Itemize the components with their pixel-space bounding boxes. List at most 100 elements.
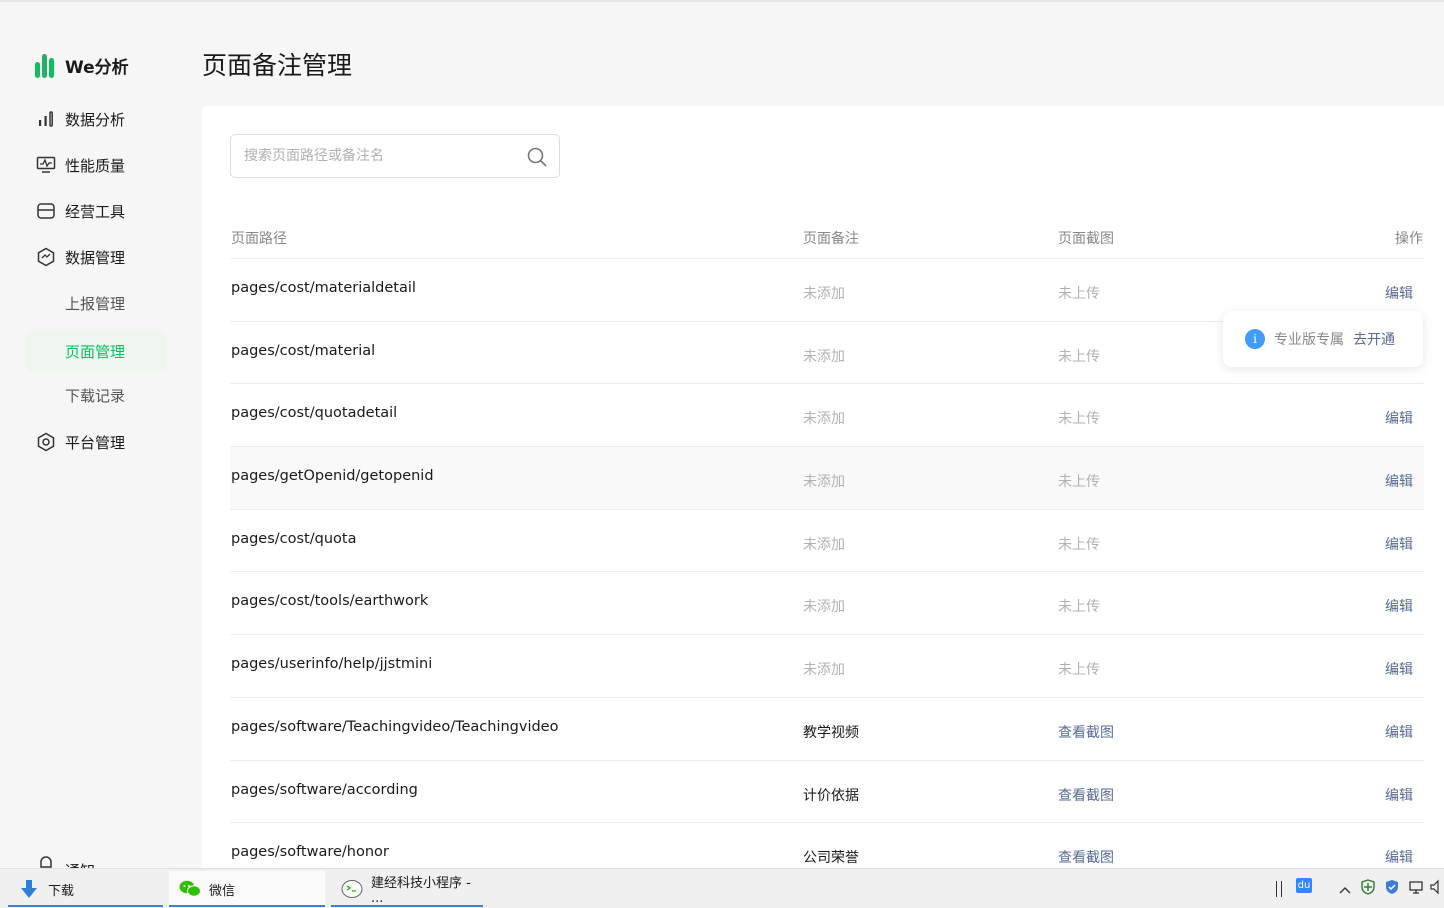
row-note: 未添加 xyxy=(803,348,845,365)
sidebar-item-label: 上报管理 xyxy=(65,294,126,313)
settings-hex-icon xyxy=(36,432,56,452)
taskbar-item-label: 微信 xyxy=(209,883,236,899)
defender-shield-icon[interactable] xyxy=(1384,879,1400,899)
page-title: 页面备注管理 xyxy=(202,51,353,80)
edit-button[interactable]: 编辑 xyxy=(1385,847,1413,867)
pro-tooltip-text: 专业版专属 xyxy=(1274,332,1344,348)
table-row: pages/cost/quota 未添加 未上传 编辑 xyxy=(230,510,1424,573)
column-header-path: 页面路径 xyxy=(231,231,287,247)
sidebar-item-label: 平台管理 xyxy=(65,433,126,452)
activate-link[interactable]: 去开通 xyxy=(1353,329,1395,349)
row-screenshot: 未上传 xyxy=(1058,662,1100,679)
sidebar-item-performance[interactable]: 性能质量 xyxy=(26,145,167,185)
sidebar-item-label: 经营工具 xyxy=(65,202,126,221)
volume-icon[interactable] xyxy=(1430,879,1440,899)
download-arrow-icon xyxy=(18,878,40,900)
row-screenshot: 未上传 xyxy=(1058,348,1100,365)
info-icon: i xyxy=(1245,329,1265,349)
row-note: 未添加 xyxy=(803,662,845,679)
sidebar-item-page-management[interactable]: 页面管理 xyxy=(26,331,167,371)
row-note: 未添加 xyxy=(803,536,845,553)
edit-button[interactable]: 编辑 xyxy=(1385,596,1413,616)
sidebar-item-business-tools[interactable]: 经营工具 xyxy=(26,191,167,231)
row-path: pages/getOpenid/getopenid xyxy=(231,468,434,485)
table-row: pages/software/Teachingvideo/Teachingvid… xyxy=(230,698,1424,761)
row-screenshot: 未上传 xyxy=(1058,286,1100,302)
devtools-icon xyxy=(341,878,363,900)
edit-button[interactable]: 编辑 xyxy=(1385,785,1413,805)
search-icon[interactable] xyxy=(526,146,548,168)
view-screenshot-link[interactable]: 查看截图 xyxy=(1058,722,1114,742)
row-screenshot: 未上传 xyxy=(1058,411,1100,428)
row-path: pages/software/according xyxy=(231,781,418,798)
row-screenshot: 未上传 xyxy=(1058,599,1100,616)
logo-text: We分析 xyxy=(65,57,129,78)
sidebar: We分析 数据分析 性能质量 经营工具 数据管理 上报管理 页面管理 下载记录 xyxy=(0,2,190,870)
main-content-card: 页面路径 页面备注 页面截图 操作 pages/cost/materialdet… xyxy=(202,106,1444,868)
edit-button[interactable]: 编辑 xyxy=(1385,408,1413,428)
taskbar-active-indicator xyxy=(8,905,163,907)
row-screenshot: 未上传 xyxy=(1058,474,1100,491)
pro-version-tooltip: i 专业版专属 去开通 xyxy=(1223,311,1423,367)
windows-taskbar: 下载 微信 建经科技小程序 - ... du xyxy=(0,868,1444,908)
taskbar-item-devtools[interactable]: 建经科技小程序 - ... xyxy=(331,871,483,907)
view-screenshot-link[interactable]: 查看截图 xyxy=(1058,785,1114,805)
search-input[interactable] xyxy=(244,148,514,164)
column-header-screenshot: 页面截图 xyxy=(1058,231,1114,247)
table-row: pages/cost/quotadetail 未添加 未上传 编辑 xyxy=(230,384,1424,448)
wechat-icon xyxy=(179,878,201,900)
bar-chart-icon xyxy=(36,109,56,129)
sidebar-item-report-management[interactable]: 上报管理 xyxy=(26,283,167,323)
monitor-icon xyxy=(36,155,56,175)
sidebar-item-label: 页面管理 xyxy=(65,342,126,361)
system-tray: du xyxy=(1276,869,1440,908)
we-analysis-logo-icon xyxy=(35,52,57,78)
sidebar-item-label: 数据管理 xyxy=(65,248,126,267)
row-note: 公司荣誉 xyxy=(803,850,859,867)
row-note: 未添加 xyxy=(803,599,845,616)
row-path: pages/cost/tools/earthwork xyxy=(231,593,429,610)
row-path: pages/cost/quota xyxy=(231,530,357,547)
sidebar-item-label: 数据分析 xyxy=(65,110,126,129)
sidebar-item-platform-management[interactable]: 平台管理 xyxy=(26,422,167,462)
table-row: pages/software/according 计价依据 查看截图 编辑 xyxy=(230,761,1424,824)
sidebar-item-download-records[interactable]: 下载记录 xyxy=(26,375,167,415)
taskbar-active-indicator xyxy=(169,905,325,907)
search-box xyxy=(230,134,560,178)
window-top-border xyxy=(0,0,1444,2)
taskbar-item-label: 建经科技小程序 - ... xyxy=(371,876,471,906)
taskbar-item-download[interactable]: 下载 xyxy=(8,871,163,907)
row-note: 教学视频 xyxy=(803,724,859,741)
data-hex-icon xyxy=(36,247,56,267)
edit-button[interactable]: 编辑 xyxy=(1385,722,1413,742)
row-path: pages/software/honor xyxy=(231,844,389,861)
edit-button[interactable]: 编辑 xyxy=(1385,659,1413,679)
edit-button[interactable]: 编辑 xyxy=(1385,283,1413,303)
edit-button[interactable]: 编辑 xyxy=(1385,471,1413,491)
tray-separator-icon xyxy=(1276,881,1282,897)
baidu-du-icon[interactable]: du xyxy=(1296,877,1312,893)
network-icon[interactable] xyxy=(1408,879,1424,899)
row-path: pages/cost/material xyxy=(231,342,376,359)
row-note: 计价依据 xyxy=(803,787,859,804)
sidebar-item-label: 下载记录 xyxy=(65,386,126,405)
sidebar-item-label: 性能质量 xyxy=(65,156,126,175)
sidebar-item-data-analysis[interactable]: 数据分析 xyxy=(26,99,167,139)
row-note: 未添加 xyxy=(803,286,845,302)
taskbar-item-label: 下载 xyxy=(48,883,75,899)
security-shield-icon[interactable] xyxy=(1360,879,1376,899)
sidebar-item-data-management[interactable]: 数据管理 xyxy=(26,237,167,277)
store-icon xyxy=(36,201,56,221)
row-path: pages/cost/materialdetail xyxy=(231,280,416,296)
row-path: pages/software/Teachingvideo/Teachingvid… xyxy=(231,718,559,735)
view-screenshot-link[interactable]: 查看截图 xyxy=(1058,847,1114,867)
row-note: 未添加 xyxy=(803,411,845,428)
app-logo[interactable]: We分析 xyxy=(35,52,129,78)
chevron-up-icon[interactable] xyxy=(1338,880,1352,899)
table-row: pages/userinfo/help/jjstmini 未添加 未上传 编辑 xyxy=(230,635,1424,698)
table-row: pages/cost/tools/earthwork 未添加 未上传 编辑 xyxy=(230,572,1424,636)
table-header: 页面路径 页面备注 页面截图 操作 xyxy=(230,212,1424,259)
edit-button[interactable]: 编辑 xyxy=(1385,534,1413,554)
row-path: pages/userinfo/help/jjstmini xyxy=(231,656,433,673)
taskbar-item-wechat[interactable]: 微信 xyxy=(169,871,325,907)
